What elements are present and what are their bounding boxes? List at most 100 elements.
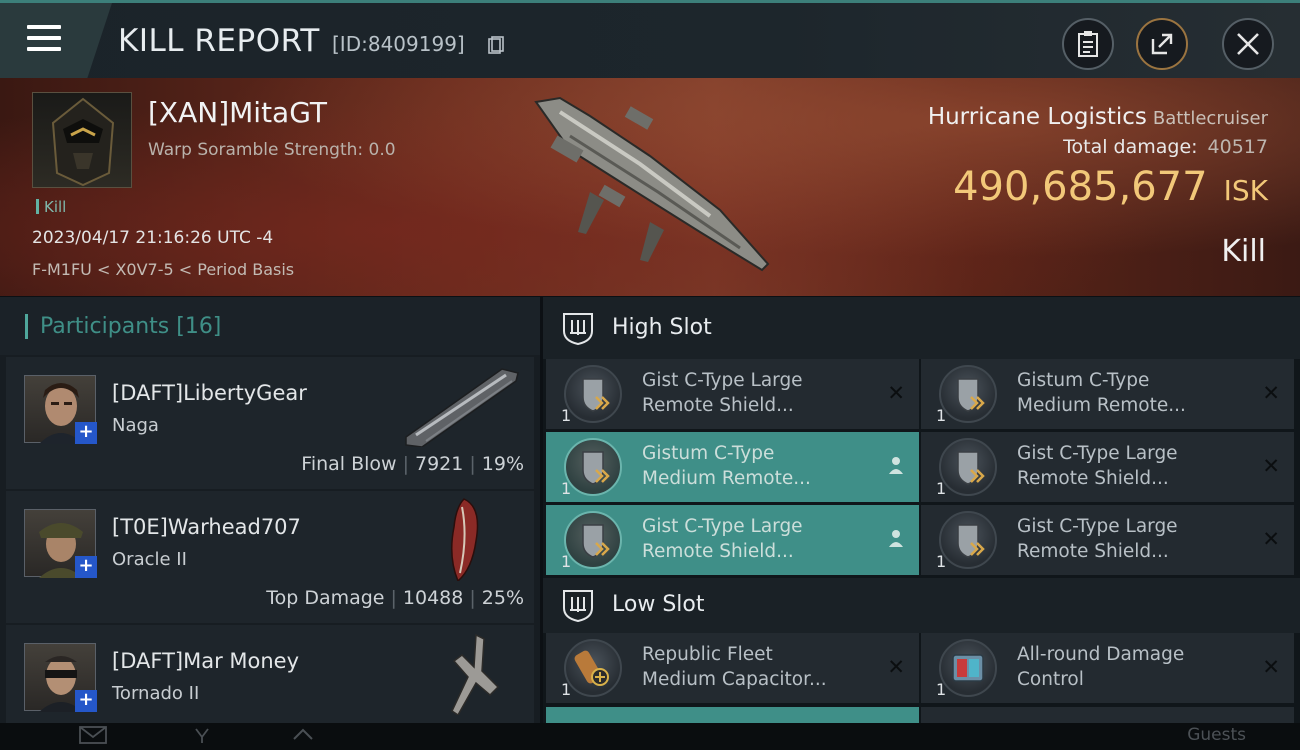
module-slot-partial[interactable] — [921, 707, 1294, 723]
clipboard-button[interactable] — [1062, 18, 1114, 70]
participant-name[interactable]: [DAFT]Mar Money — [112, 649, 299, 673]
participant-name[interactable]: [T0E]Warhead707 — [112, 515, 301, 539]
victim-summary: [XAN]MitaGT Warp Soramble Strength: 0.0 … — [0, 78, 1300, 296]
ship-class: Battlecruiser — [1152, 108, 1268, 129]
high-slot-header: High Slot — [543, 297, 1300, 359]
high-slot-modules: 1 Gist C-Type Large Remote Shield... ✕ 1 … — [543, 359, 1300, 578]
participant-percent: 19% — [481, 453, 524, 475]
participants-header: Participants [16] — [0, 297, 540, 355]
participant-avatar[interactable]: + — [24, 643, 97, 712]
destroyed-icon: ✕ — [1262, 655, 1280, 679]
high-slot-icon — [563, 313, 593, 345]
victim-avatar[interactable] — [32, 92, 132, 188]
hamburger-menu-icon — [27, 25, 61, 51]
participant-damage: 10488 — [402, 587, 464, 609]
low-slot-modules: 1 Republic Fleet Medium Capacitor... ✕ 1 … — [543, 633, 1300, 723]
module-name: All-round Damage Control — [1017, 644, 1185, 690]
menu-button[interactable] — [0, 3, 112, 78]
ship-name: Hurricane Logistics — [927, 104, 1147, 130]
ship-name-line[interactable]: Hurricane Logistics Battlecruiser — [928, 104, 1268, 130]
destroyed-icon: ✕ — [887, 655, 905, 679]
module-quantity: 1 — [936, 680, 947, 699]
shield-module-icon — [564, 438, 622, 496]
bottom-dock: Guests — [0, 723, 1300, 750]
module-name: Gist C-Type Large Remote Shield... — [642, 516, 803, 562]
clipboard-icon — [1078, 31, 1098, 57]
report-id: [ID:8409199] — [332, 32, 465, 56]
isk-value: 490,685,677 ISK — [953, 164, 1268, 210]
participant-stats: Top Damage | 10488 | 25% — [266, 587, 524, 609]
mail-icon[interactable] — [78, 725, 108, 745]
module-name: Gistum C-Type Medium Remote... — [1017, 370, 1186, 416]
destroyed-icon: ✕ — [1262, 527, 1280, 551]
module-slot[interactable]: 1 All-round Damage Control ✕ — [921, 633, 1294, 703]
high-slot-label: High Slot — [612, 315, 712, 340]
participant-ship: Tornado II — [112, 683, 200, 704]
participant-ship-image — [451, 498, 479, 581]
participant-avatar[interactable]: + — [24, 375, 97, 444]
add-contact-icon[interactable]: + — [75, 556, 97, 578]
close-button[interactable] — [1222, 18, 1274, 70]
participant-row[interactable]: + [DAFT]LibertyGear Naga Final Blow | 7921… — [6, 357, 534, 489]
module-name: Gist C-Type Large Remote Shield... — [642, 370, 803, 416]
module-name: Republic Fleet Medium Capacitor... — [642, 644, 827, 690]
close-icon — [1237, 33, 1259, 55]
module-slot[interactable]: 1 Gist C-Type Large Remote Shield... — [546, 505, 919, 575]
module-slot[interactable]: 1 Gistum C-Type Medium Remote... ✕ — [921, 359, 1294, 429]
participants-panel: Participants [16] + [DAFT]LibertyGear Na… — [0, 297, 540, 750]
participant-role: Top Damage — [266, 587, 385, 609]
module-slot[interactable]: 1 Gist C-Type Large Remote Shield... ✕ — [546, 359, 919, 429]
module-slot[interactable]: 1 Gist C-Type Large Remote Shield... ✕ — [921, 432, 1294, 502]
share-button[interactable] — [1136, 18, 1188, 70]
capacitor-module-icon — [564, 639, 622, 697]
copy-icon[interactable] — [488, 36, 504, 54]
participant-ship: Naga — [112, 415, 159, 436]
destroyed-icon: ✕ — [887, 381, 905, 405]
participants-title: Participants [16] — [25, 314, 221, 339]
fitting-panel: High Slot 1 Gist C-Type Large Remote Shie… — [543, 297, 1300, 723]
module-slot[interactable]: 1 Republic Fleet Medium Capacitor... ✕ — [546, 633, 919, 703]
shield-module-icon — [939, 511, 997, 569]
victim-name[interactable]: [XAN]MitaGT — [148, 96, 327, 129]
warp-scramble-strength: Warp Soramble Strength: 0.0 — [148, 140, 396, 160]
low-slot-label: Low Slot — [612, 592, 705, 617]
module-quantity: 1 — [936, 552, 947, 571]
shield-module-icon — [939, 365, 997, 423]
participant-role: Final Blow — [301, 453, 397, 475]
participant-stats: Final Blow | 7921 | 19% — [301, 453, 524, 475]
total-damage: Total damage: 40517 — [1063, 136, 1268, 158]
module-slot[interactable]: 1 Gistum C-Type Medium Remote... — [546, 432, 919, 502]
fleet-icon[interactable] — [188, 725, 218, 745]
low-slot-icon — [563, 590, 593, 622]
result-label: Kill — [1221, 234, 1266, 269]
module-quantity: 1 — [561, 552, 572, 571]
kill-location[interactable]: F-M1FU < X0V7-5 < Period Basis — [32, 260, 294, 279]
module-quantity: 1 — [936, 479, 947, 498]
helmet-portrait-icon — [51, 97, 115, 187]
module-slot-partial[interactable] — [546, 707, 919, 723]
kill-datetime: 2023/04/17 21:16:26 UTC -4 — [32, 228, 274, 248]
module-name: Gist C-Type Large Remote Shield... — [1017, 516, 1178, 562]
destroyed-icon: ✕ — [1262, 381, 1280, 405]
low-slot-header: Low Slot — [543, 578, 1300, 633]
participant-damage: 7921 — [415, 453, 464, 475]
module-slot[interactable]: 1 Gist C-Type Large Remote Shield... ✕ — [921, 505, 1294, 575]
participant-row[interactable]: + [T0E]Warhead707 Oracle II Top Damage | 1… — [6, 491, 534, 623]
module-quantity: 1 — [561, 479, 572, 498]
isk-unit: ISK — [1223, 174, 1268, 207]
total-damage-value: 40517 — [1207, 136, 1268, 158]
participant-avatar[interactable]: + — [24, 509, 97, 578]
share-icon — [1151, 33, 1173, 55]
participant-ship-image — [405, 368, 519, 447]
guests-label[interactable]: Guests — [1187, 725, 1246, 745]
participant-name[interactable]: [DAFT]LibertyGear — [112, 381, 307, 405]
module-name: Gist C-Type Large Remote Shield... — [1017, 443, 1178, 489]
victim-ship-image — [534, 96, 770, 272]
add-contact-icon[interactable]: + — [75, 690, 97, 712]
dropped-person-icon — [889, 530, 903, 547]
shield-module-icon — [564, 511, 622, 569]
add-contact-icon[interactable]: + — [75, 422, 97, 444]
module-quantity: 1 — [561, 406, 572, 425]
header-bar: KILL REPORT [ID:8409199] — [0, 0, 1300, 78]
chevron-up-icon[interactable] — [288, 725, 318, 745]
